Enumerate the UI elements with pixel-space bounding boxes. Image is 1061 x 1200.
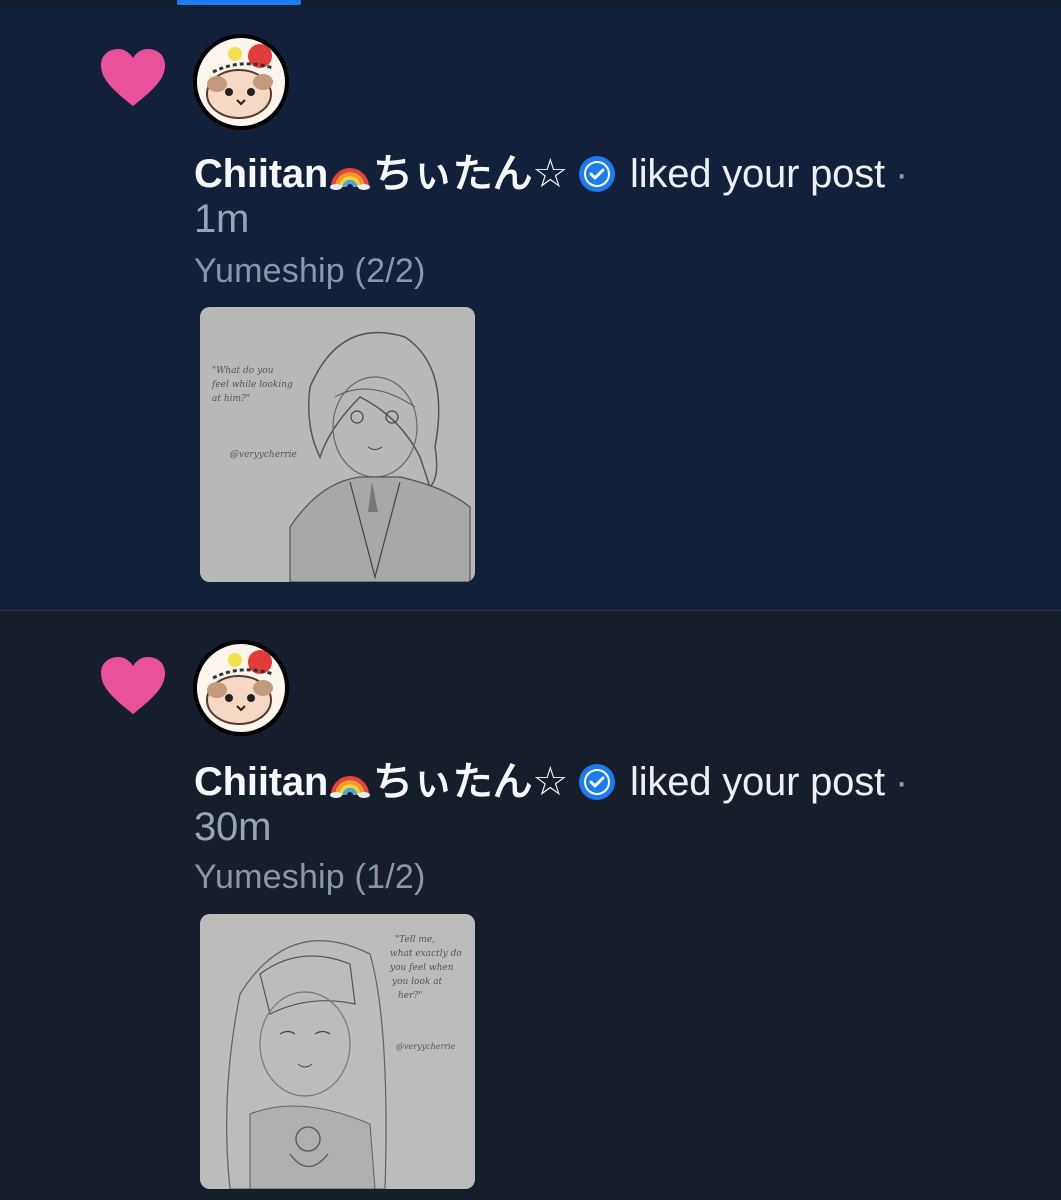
svg-text:you look at: you look at bbox=[391, 977, 443, 987]
svg-text:you feel when: you feel when bbox=[389, 963, 454, 973]
user-name[interactable]: Chiitan bbox=[194, 152, 328, 196]
notification-item[interactable]: Chiitan ちぃたん☆ liked your post · 1m Yumesh… bbox=[0, 6, 1061, 611]
svg-text:her?": her?" bbox=[398, 991, 422, 1001]
verified-badge-icon bbox=[579, 156, 616, 192]
user-name-suffix[interactable]: ちぃたん☆ bbox=[373, 152, 568, 196]
svg-text:feel while looking: feel while looking bbox=[211, 380, 293, 390]
rainbow-emoji-icon bbox=[330, 168, 371, 190]
avatar[interactable] bbox=[193, 640, 289, 736]
post-title[interactable]: Yumeship (1/2) bbox=[194, 858, 425, 897]
separator-dot: · bbox=[894, 152, 909, 196]
image-signature: @veryycherrie bbox=[230, 450, 297, 460]
heart-icon bbox=[101, 49, 165, 106]
verified-badge-icon bbox=[579, 764, 616, 800]
avatar[interactable] bbox=[193, 34, 289, 130]
notification-text: Chiitan ちぃたん☆ liked your post · 30m bbox=[194, 760, 994, 850]
svg-text:"Tell me,: "Tell me, bbox=[395, 935, 435, 945]
svg-text:"What do you: "What do you bbox=[212, 366, 274, 376]
user-name[interactable]: Chiitan bbox=[194, 760, 328, 804]
timestamp: 30m bbox=[194, 805, 272, 849]
notification-item[interactable]: Chiitan ちぃたん☆ liked your post · 30m Yumes… bbox=[0, 612, 1061, 1200]
separator-dot: · bbox=[894, 760, 909, 804]
svg-text:at him?": at him?" bbox=[212, 394, 250, 404]
svg-text:what exactly do: what exactly do bbox=[390, 949, 462, 959]
notification-text: Chiitan ちぃたん☆ liked your post · 1m bbox=[194, 152, 994, 242]
post-thumbnail[interactable]: "Tell me, what exactly do you feel when … bbox=[200, 914, 475, 1189]
action-text: liked your post bbox=[630, 760, 885, 804]
post-thumbnail[interactable]: "What do you feel while looking at him?"… bbox=[200, 307, 475, 582]
timestamp: 1m bbox=[194, 197, 250, 241]
active-tab-indicator bbox=[177, 0, 301, 5]
heart-icon bbox=[101, 657, 165, 714]
post-title[interactable]: Yumeship (2/2) bbox=[194, 252, 425, 291]
action-text: liked your post bbox=[630, 152, 885, 196]
user-name-suffix[interactable]: ちぃたん☆ bbox=[373, 760, 568, 804]
image-signature: @veryycherrie bbox=[396, 1042, 456, 1051]
rainbow-emoji-icon bbox=[330, 776, 371, 798]
